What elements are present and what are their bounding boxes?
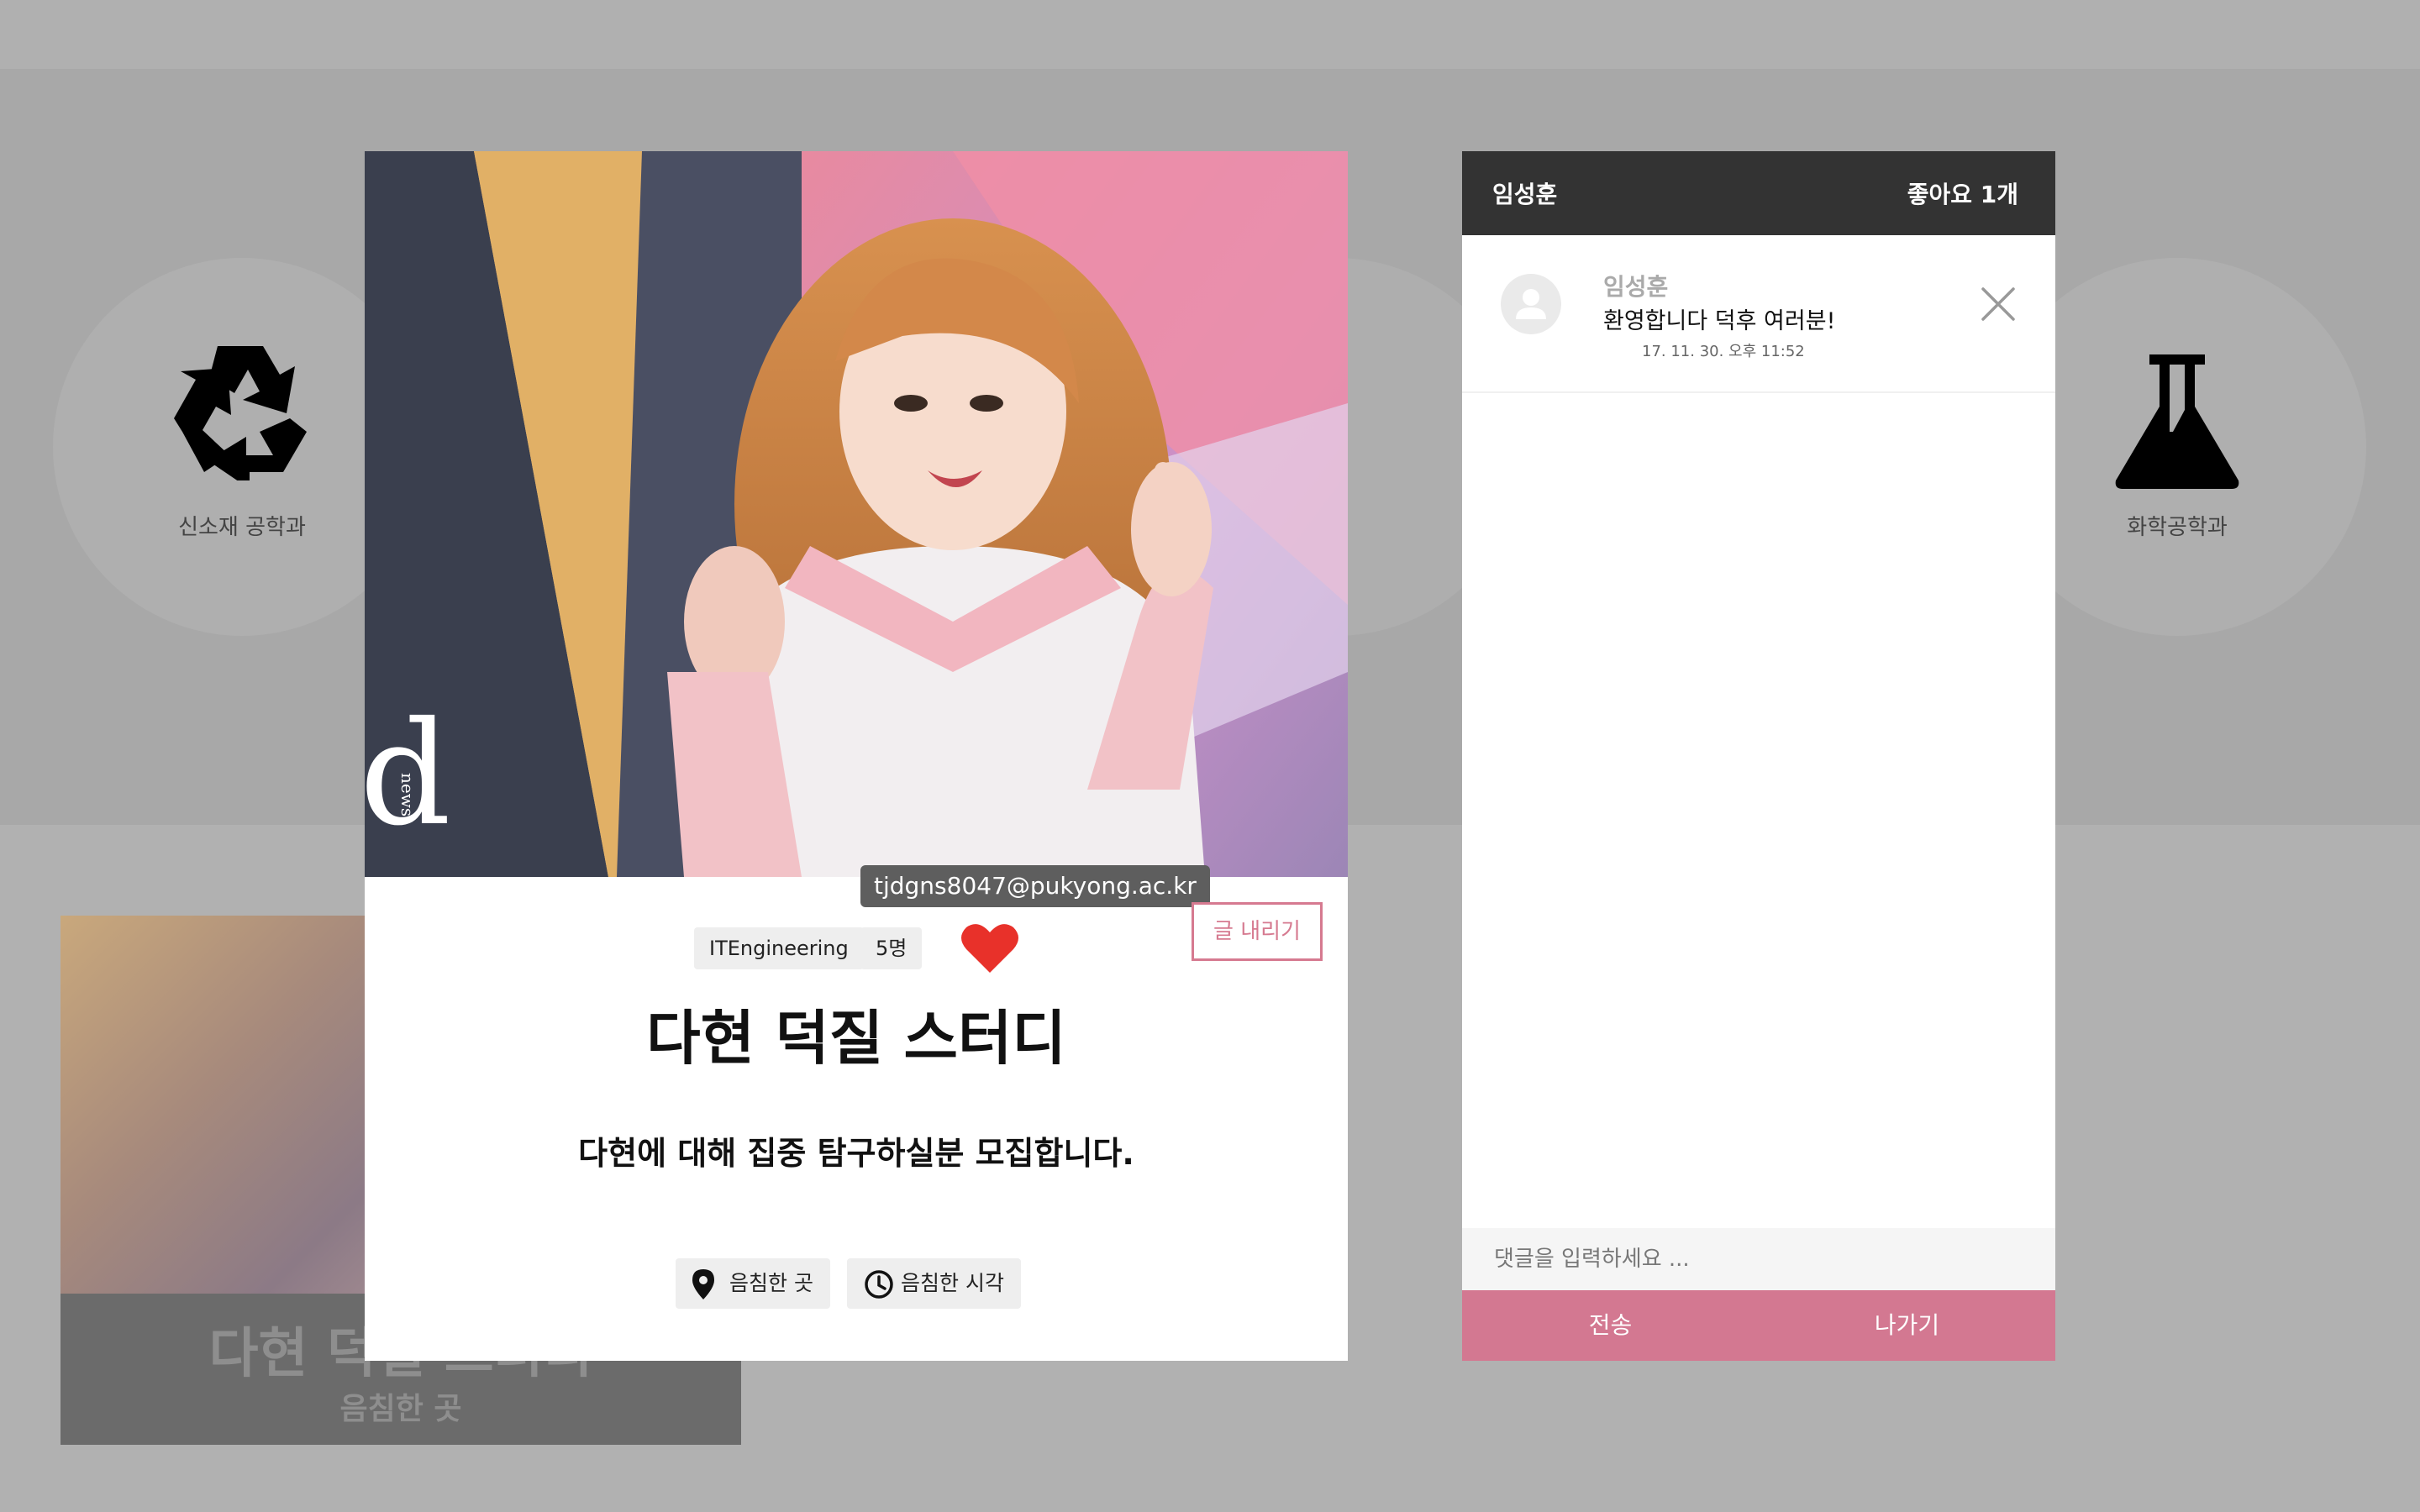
heart-icon[interactable] [961,922,1018,974]
background-card-subtitle: 음침한 곳 [339,1392,462,1426]
recycle-icon [174,346,307,480]
comment-item: 임성훈 환영합니다 덕후 여러분! 17. 11. 30. 오후 11:52 [1462,235,2055,393]
location-pin-icon [692,1269,714,1299]
unpost-button[interactable]: 글 내리기 [1192,902,1323,961]
like-count: 좋아요 1개 [1907,181,2018,208]
category-tag: ITEngineering [694,927,864,969]
flask-icon [2115,354,2239,489]
comment-input[interactable] [1462,1228,2055,1290]
comments-panel: 임성훈 좋아요 1개 임성훈 환영합니다 덕후 여러분! 17. 11. 30.… [1462,151,2055,1361]
post-title: 다현 덕질 스터디 [646,1004,1066,1073]
comment-timestamp: 17. 11. 30. 오후 11:52 [1642,343,1805,360]
comments-header: 임성훈 좋아요 1개 [1462,151,2055,235]
post-description: 다현에 대해 집중 탐구하실분 모집합니다. [578,1135,1134,1172]
page-top-strip [0,0,2420,69]
member-count-tag: 5명 [860,927,923,969]
author-email-tooltip: tjdgns8047@pukyong.ac.kr [860,865,1210,907]
time-chip: 음침한 시각 [847,1258,1021,1309]
watermark-text: news [397,773,418,816]
study-cover-image: d news [365,151,1348,877]
location-label: 음침한 곳 [729,1271,813,1295]
close-icon[interactable] [1980,286,2017,323]
exit-button[interactable]: 나가기 [1759,1290,2055,1361]
location-chip: 음침한 곳 [676,1258,830,1309]
comment-text: 환영합니다 덕후 여러분! [1603,308,1836,334]
user-avatar-icon [1516,289,1546,319]
time-label: 음침한 시각 [901,1271,1004,1295]
study-detail-modal: d news tjdgns8047@pukyong.ac.kr ITEngine… [365,151,1348,1361]
comment-author: 임성훈 [1603,273,1669,301]
avatar [1501,274,1561,334]
clock-icon [865,1270,893,1299]
send-button[interactable]: 전송 [1462,1290,1759,1361]
post-author-name: 임성훈 [1492,181,1558,208]
